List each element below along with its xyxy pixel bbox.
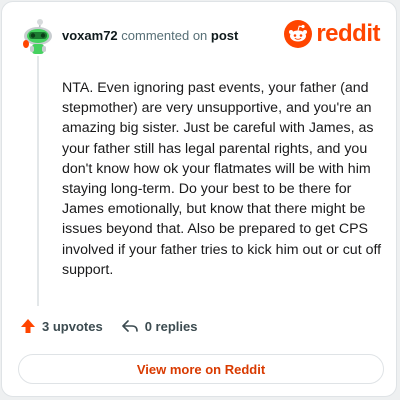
comment-body: NTA. Even ignoring past events, your fat… <box>62 80 382 278</box>
reddit-snoo-icon <box>284 20 313 48</box>
avatar[interactable] <box>18 16 58 56</box>
view-more-button[interactable]: View more on Reddit <box>18 354 384 384</box>
comment-actions: 3 upvotes 0 replies <box>20 318 197 334</box>
comment-meta: voxam72 commented on post <box>62 28 238 43</box>
snoo-avatar-icon <box>23 19 52 54</box>
reply-count: 0 replies <box>144 318 198 334</box>
action-text: commented on <box>121 28 208 43</box>
reply-button[interactable]: 0 replies <box>121 318 198 334</box>
username-link[interactable]: voxam72 <box>62 28 118 43</box>
upvote-button[interactable]: 3 upvotes <box>20 318 103 334</box>
reddit-logo[interactable]: reddit <box>284 20 380 48</box>
upvote-count: 3 upvotes <box>42 318 103 334</box>
thread-line <box>37 56 39 306</box>
reddit-wordmark: reddit <box>316 20 380 47</box>
comment-header: voxam72 commented on post reddit <box>18 16 380 56</box>
upvote-arrow-icon <box>21 319 35 333</box>
comment-card: voxam72 commented on post reddit NTA. Ev… <box>1 1 397 397</box>
post-link[interactable]: post <box>211 28 238 43</box>
reply-arrow-icon <box>121 320 138 332</box>
